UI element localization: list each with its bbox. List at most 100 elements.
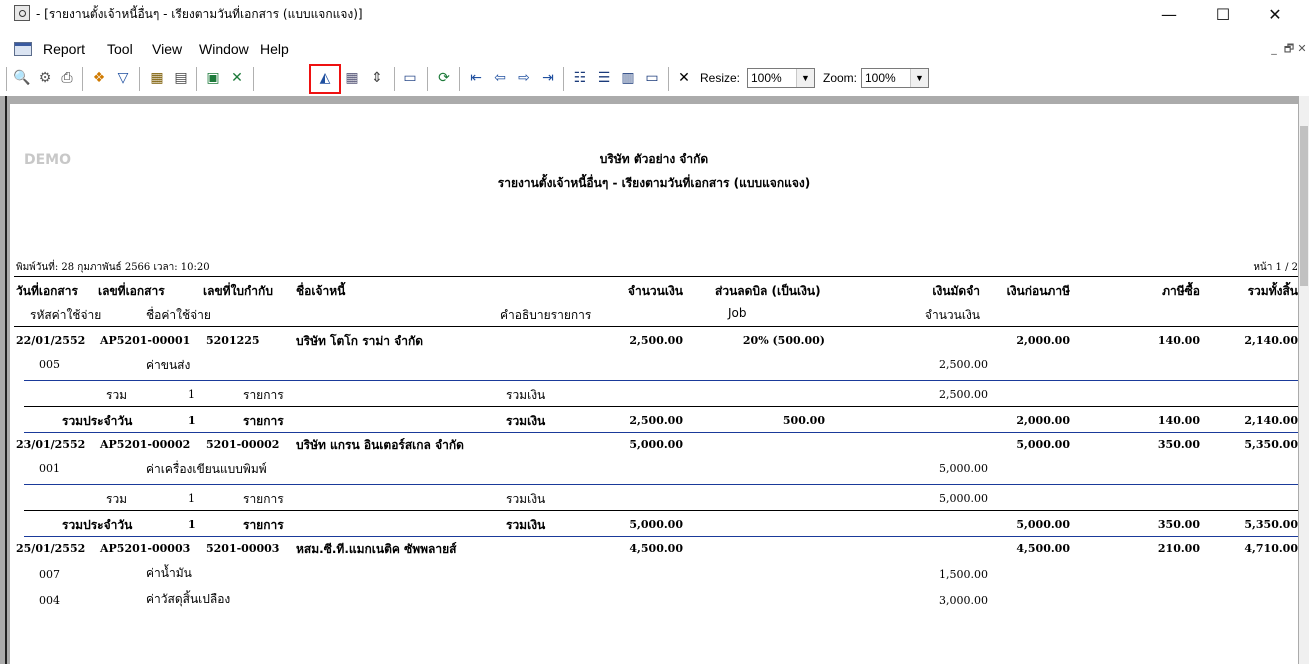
col-exp-name: ชื่อค่าใช้จ่าย xyxy=(146,308,211,322)
daily-amount: 5,000.00 xyxy=(629,518,683,531)
daily-amount: 2,500.00 xyxy=(629,414,683,427)
report-title: รายงานตั้งเจ้าหนี้อื่นๆ - เรียงตามวันที่… xyxy=(497,176,811,190)
sum-items-label: รายการ xyxy=(243,388,284,402)
fit-icon[interactable]: ⇕ xyxy=(367,68,387,88)
zoom-value: 100% xyxy=(865,71,896,85)
mdi-window-icon[interactable] xyxy=(14,42,32,56)
sum-amount-label: รวมเงิน xyxy=(506,492,546,506)
sum-amount: 2,500.00 xyxy=(939,388,988,401)
doc-discount: 20% (500.00) xyxy=(742,334,825,347)
columns-icon[interactable]: ▥ xyxy=(618,68,638,88)
excel-icon[interactable]: ▣ xyxy=(203,68,223,88)
scrollbar-thumb[interactable] xyxy=(1300,126,1308,286)
grid-icon[interactable]: ▦ xyxy=(342,68,362,88)
resize-select[interactable]: 100% ▼ xyxy=(747,68,815,88)
line-amount: 3,000.00 xyxy=(939,594,988,607)
first-page-icon[interactable]: ⇤ xyxy=(466,68,486,88)
daily-before-tax: 5,000.00 xyxy=(1016,518,1070,531)
resize-value: 100% xyxy=(751,71,782,85)
zoom-label: Zoom: xyxy=(823,71,858,85)
print-icon[interactable]: ⎙ xyxy=(57,68,77,88)
doc-no: AP5201-00003 xyxy=(100,542,191,555)
window-icon[interactable]: ▭ xyxy=(642,68,662,88)
menu-view[interactable]: View xyxy=(152,41,182,57)
menu-bar: Report Tool View Window Help _ 🗗 ✕ xyxy=(0,38,1309,60)
highlight-box xyxy=(309,64,341,94)
close-report-icon[interactable]: ✕ xyxy=(674,68,694,88)
col-job: Job xyxy=(728,306,747,320)
col-amount: จำนวนเงิน xyxy=(627,284,683,298)
col-total: รวมทั้งสิ้น xyxy=(1247,284,1298,298)
doc-amount: 2,500.00 xyxy=(629,334,683,347)
group-icon[interactable]: ❖ xyxy=(89,68,109,88)
doc-before-tax: 2,000.00 xyxy=(1016,334,1070,347)
close-button[interactable]: ✕ xyxy=(1252,0,1298,30)
next-page-icon[interactable]: ⇨ xyxy=(514,68,534,88)
sum-items-label: รายการ xyxy=(243,492,284,506)
daily-items-label: รายการ xyxy=(243,414,284,428)
preview-icon[interactable]: 🔍 xyxy=(12,68,32,88)
col-doc-no: เลขที่เอกสาร xyxy=(98,284,165,298)
sum-label: รวม xyxy=(106,388,128,402)
doc-creditor: บริษัท แกรน อินเตอร์สเกล จำกัด xyxy=(296,438,464,452)
menu-window[interactable]: Window xyxy=(199,41,249,57)
line-amount: 1,500.00 xyxy=(939,568,988,581)
report-page: DEMO บริษัท ตัวอย่าง จำกัด รายงานตั้งเจ้… xyxy=(10,104,1298,664)
separator-line xyxy=(24,536,1298,537)
menu-help[interactable]: Help xyxy=(260,41,289,57)
doc-tax: 350.00 xyxy=(1157,438,1200,451)
resize-label: Resize: xyxy=(700,71,741,85)
chevron-down-icon[interactable]: ▼ xyxy=(910,69,928,87)
doc-total: 2,140.00 xyxy=(1244,334,1298,347)
minimize-button[interactable]: — xyxy=(1146,0,1192,30)
daily-sum-label: รวมประจำวัน xyxy=(62,414,133,428)
col-creditor: ชื่อเจ้าหนี้ xyxy=(296,284,346,298)
zoom-select[interactable]: 100% ▼ xyxy=(861,68,929,88)
daily-discount: 500.00 xyxy=(782,414,825,427)
line-amount: 5,000.00 xyxy=(939,462,988,475)
last-page-icon[interactable]: ⇥ xyxy=(538,68,558,88)
chevron-down-icon[interactable]: ▼ xyxy=(796,69,814,87)
sum-amount-label: รวมเงิน xyxy=(506,388,546,402)
maximize-button[interactable]: ☐ xyxy=(1200,0,1246,30)
line-name: ค่าขนส่ง xyxy=(146,358,191,372)
menu-report[interactable]: Report xyxy=(43,41,85,57)
doc-creditor: บริษัท โตโก ราม่า จำกัด xyxy=(296,334,424,348)
daily-amount-label: รวมเงิน xyxy=(506,518,546,532)
col-before-tax: เงินก่อนภาษี xyxy=(1006,284,1070,298)
tree-icon[interactable]: ☷ xyxy=(570,68,590,88)
title-bar: - [รายงานตั้งเจ้าหนี้อื่นๆ - เรียงตามวัน… xyxy=(0,0,1309,38)
export-icon[interactable]: ▤ xyxy=(171,68,191,88)
list-icon[interactable]: ☰ xyxy=(594,68,614,88)
doc-date: 23/01/2552 xyxy=(16,438,86,451)
filter-icon[interactable]: ▽ xyxy=(113,68,133,88)
doc-no: AP5201-00001 xyxy=(100,334,191,347)
window-title: - [รายงานตั้งเจ้าหนี้อื่นๆ - เรียงตามวัน… xyxy=(36,7,363,21)
sum-label: รวม xyxy=(106,492,128,506)
daily-total: 5,350.00 xyxy=(1244,518,1298,531)
refresh-icon[interactable]: ⟳ xyxy=(434,68,454,88)
excel-x-icon[interactable]: ✕ xyxy=(227,68,247,88)
col-line-amount: จำนวนเงิน xyxy=(924,308,980,322)
mdi-minimize-button[interactable]: _ xyxy=(1266,42,1282,56)
line-code: 004 xyxy=(39,594,60,607)
col-invoice-no: เลขที่ใบกำกับ xyxy=(203,284,273,298)
setup-icon[interactable]: ⚙ xyxy=(35,68,55,88)
daily-before-tax: 2,000.00 xyxy=(1016,414,1070,427)
prev-page-icon[interactable]: ⇦ xyxy=(490,68,510,88)
menu-tool[interactable]: Tool xyxy=(107,41,133,57)
doc-invoice: 5201-00003 xyxy=(206,542,280,555)
mdi-close-button[interactable]: ✕ xyxy=(1294,42,1309,56)
doc-creditor: หสม.ซี.ที.แมกเนติค ซัพพลายส์ xyxy=(296,542,457,556)
toolbar: 🔍 ⚙ ⎙ ❖ ▽ ▦ ▤ ▣ ✕ ◭ ▦ ⇕ ▭ ⟳ ⇤ ⇦ ⇨ ⇥ ☷ ☰ … xyxy=(0,62,1309,96)
vertical-scrollbar[interactable] xyxy=(1299,96,1309,664)
doc-tax: 140.00 xyxy=(1157,334,1200,347)
line-name: ค่าวัสดุสิ้นเปลือง xyxy=(146,592,231,606)
daily-tax: 140.00 xyxy=(1157,414,1200,427)
calculator-icon[interactable]: ▭ xyxy=(400,68,420,88)
separator-line xyxy=(24,510,1298,511)
daily-items-label: รายการ xyxy=(243,518,284,532)
line-code: 005 xyxy=(39,358,60,371)
print-info: พิมพ์วันที่: 28 กุมภาพันธ์ 2566 เวลา: 10… xyxy=(16,262,210,273)
design-icon[interactable]: ▦ xyxy=(147,68,167,88)
